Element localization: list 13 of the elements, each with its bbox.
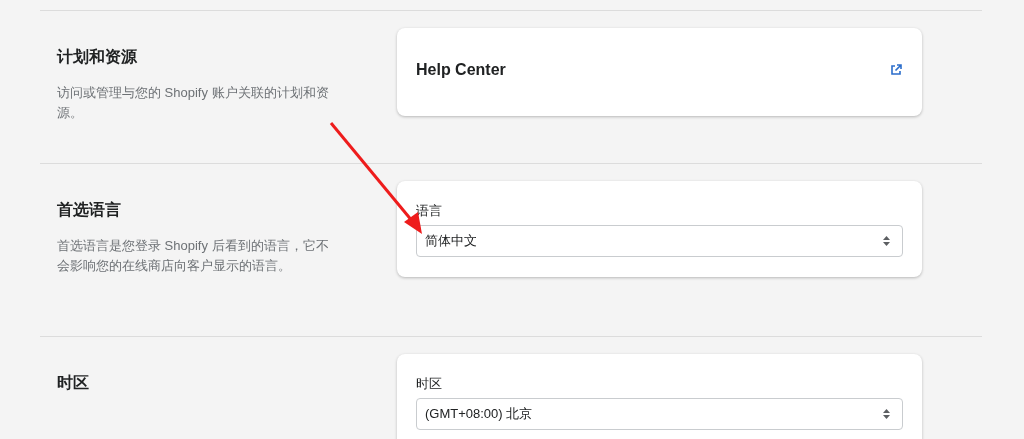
section-title: 计划和资源 <box>57 47 138 67</box>
section-title: 时区 <box>57 373 90 393</box>
select-field[interactable]: 简体中文 <box>416 224 903 257</box>
select-arrows-icon <box>883 235 890 246</box>
card-title: Help Center <box>416 60 506 80</box>
section-description: 首选语言是您登录 Shopify 后看到的语言，它不会影响您的在线商店向客户显示的语言。 <box>57 237 330 275</box>
select-arrows-icon <box>883 408 890 419</box>
field-label: 时区 <box>416 375 443 393</box>
select-field[interactable]: (GMT+08:00) 北京 <box>416 397 903 430</box>
section-description: 访问或管理与您的 Shopify 账户关联的计划和资源。 <box>57 84 330 122</box>
field-label: 语言 <box>416 202 443 220</box>
external-link-icon[interactable] <box>890 64 902 76</box>
section-title: 首选语言 <box>57 200 122 220</box>
